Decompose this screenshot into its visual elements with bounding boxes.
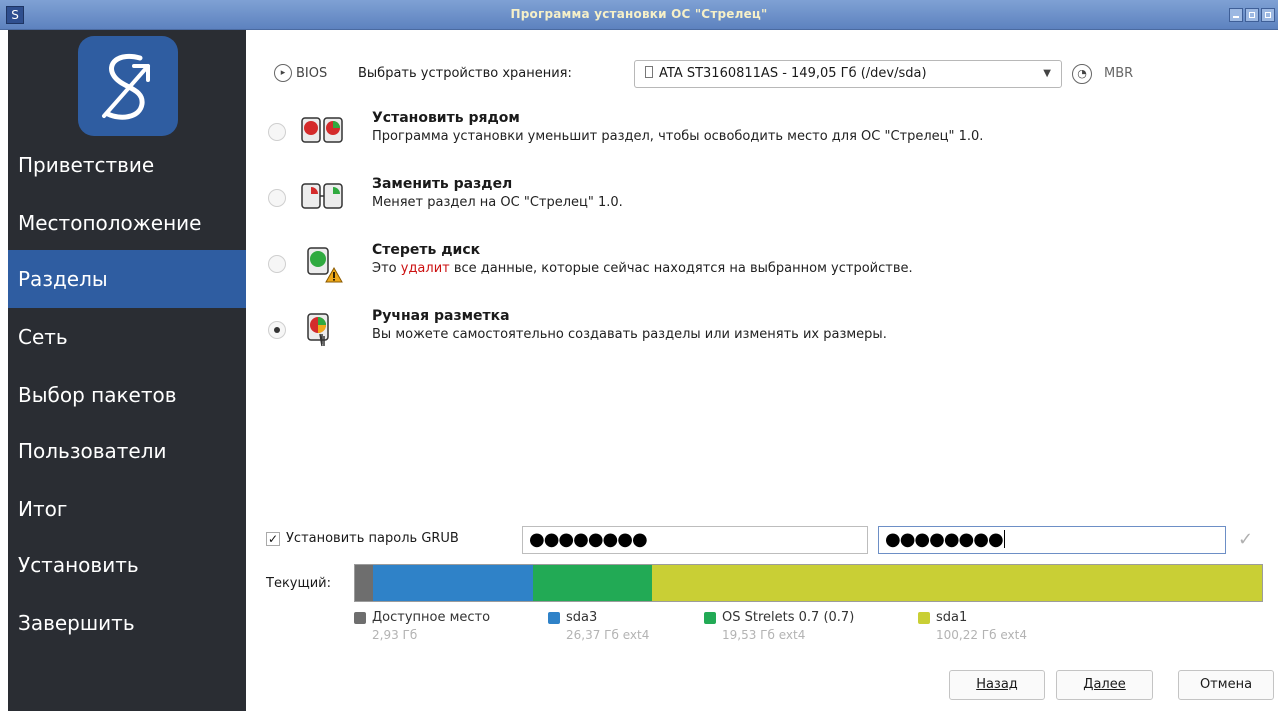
sidebar-item-install[interactable]: Установить	[8, 536, 246, 594]
back-button[interactable]: Назад	[949, 670, 1045, 700]
storage-row: ▸ BIOS Выбрать устройство хранения: ATA …	[274, 60, 1274, 88]
desc-danger-word: удалит	[400, 261, 450, 276]
option-erase-disk[interactable]: Стереть диск Это удалит все данные, кото…	[268, 242, 1268, 298]
legend-name: Доступное место	[372, 610, 491, 625]
mbr-label: MBR	[1104, 66, 1134, 81]
sidebar-item-packages[interactable]: Выбор пакетов	[8, 366, 246, 424]
sidebar-item-network[interactable]: Сеть	[8, 308, 246, 366]
erase-disk-icon	[300, 244, 348, 284]
maximize-button[interactable]	[1245, 8, 1259, 22]
radio-install-alongside[interactable]	[268, 123, 286, 141]
sidebar-item-finish[interactable]: Завершить	[8, 594, 246, 652]
grub-password-value: ●●●●●●●●	[529, 529, 648, 550]
storage-device-dropdown[interactable]: ATA ST3160811AS - 149,05 Гб (/dev/sda) ▼	[634, 60, 1062, 88]
legend-name: sda3	[566, 610, 598, 625]
bios-label: BIOS	[296, 66, 328, 81]
legend-swatch	[918, 612, 930, 624]
option-title: Ручная разметка	[372, 308, 510, 324]
radio-erase-disk[interactable]	[268, 255, 286, 273]
sidebar: Приветствие Местоположение Разделы Сеть …	[8, 30, 246, 711]
option-description: Программа установки уменьшит раздел, что…	[372, 129, 984, 144]
storage-select-label: Выбрать устройство хранения:	[358, 66, 572, 81]
disk-icon	[645, 66, 653, 78]
sidebar-item-users[interactable]: Пользователи	[8, 422, 246, 480]
radio-replace-partition[interactable]	[268, 189, 286, 207]
partition-bar	[354, 564, 1263, 602]
grub-password-confirm-value: ●●●●●●●●	[885, 529, 1004, 550]
legend-swatch	[704, 612, 716, 624]
grub-password-confirm-field[interactable]: ●●●●●●●●	[878, 526, 1226, 554]
legend-size: 19,53 Гб ext4	[722, 628, 806, 642]
option-replace-partition[interactable]: Заменить раздел Меняет раздел на ОС "Стр…	[268, 176, 1268, 232]
grub-password-label: Установить пароль GRUB	[286, 531, 459, 546]
partition-segment-0	[355, 565, 373, 601]
legend-swatch	[354, 612, 366, 624]
strelets-logo	[78, 36, 178, 136]
partition-segment-1	[372, 565, 534, 601]
title-bar: S Программа установки ОС "Стрелец"	[0, 0, 1278, 30]
radio-manual-partitioning[interactable]	[268, 321, 286, 339]
grub-password-field[interactable]: ●●●●●●●●	[522, 526, 868, 554]
partition-segment-2	[533, 565, 653, 601]
bios-icon: ▸	[274, 64, 292, 82]
desc-suffix: все данные, которые сейчас находятся на …	[449, 261, 913, 276]
option-title: Стереть диск	[372, 242, 481, 258]
legend-size: 2,93 Гб	[372, 628, 418, 642]
option-title: Заменить раздел	[372, 176, 513, 192]
desc-prefix: Это	[372, 261, 401, 276]
legend-name: sda1	[936, 610, 968, 625]
next-button[interactable]: Далее	[1056, 670, 1153, 700]
option-manual-partitioning[interactable]: Ручная разметка Вы можете самостоятельно…	[268, 308, 1268, 364]
option-description: Меняет раздел на ОС "Стрелец" 1.0.	[372, 195, 623, 210]
cancel-button[interactable]: Отмена	[1178, 670, 1274, 700]
text-caret	[1003, 530, 1005, 548]
legend-swatch	[548, 612, 560, 624]
chevron-down-icon: ▼	[1043, 68, 1051, 79]
sidebar-item-welcome[interactable]: Приветствие	[8, 136, 246, 194]
sidebar-item-partitions[interactable]: Разделы	[8, 250, 246, 308]
option-install-alongside[interactable]: Установить рядом Программа установки уме…	[268, 110, 1268, 166]
close-button[interactable]	[1261, 8, 1275, 22]
current-partitions-label: Текущий:	[266, 576, 332, 591]
minimize-button[interactable]	[1229, 8, 1243, 22]
grub-password-row: ✓ Установить пароль GRUB ●●●●●●●● ●●●●●●…	[266, 524, 1276, 554]
window-title: Программа установки ОС "Стрелец"	[510, 7, 768, 21]
replace-partition-icon	[300, 178, 348, 218]
main-panel: ▸ BIOS Выбрать устройство хранения: ATA …	[246, 30, 1278, 711]
legend-name: OS Strelets 0.7 (0.7)	[722, 610, 855, 625]
grub-password-checkbox[interactable]: ✓	[266, 532, 280, 546]
legend-size: 26,37 Гб ext4	[566, 628, 650, 642]
sidebar-item-location[interactable]: Местоположение	[8, 194, 246, 252]
mbr-icon: ◔	[1072, 64, 1092, 84]
partition-segment-3	[652, 565, 1262, 601]
option-description: Это удалит все данные, которые сейчас на…	[372, 261, 913, 276]
storage-device-value: ATA ST3160811AS - 149,05 Гб (/dev/sda)	[659, 66, 927, 81]
legend-size: 100,22 Гб ext4	[936, 628, 1027, 642]
sidebar-item-summary[interactable]: Итог	[8, 480, 246, 538]
manual-partitioning-icon	[300, 310, 348, 350]
option-description: Вы можете самостоятельно создавать разде…	[372, 327, 887, 342]
password-match-check-icon: ✓	[1238, 529, 1254, 550]
install-alongside-icon	[300, 112, 348, 152]
option-title: Установить рядом	[372, 110, 520, 126]
